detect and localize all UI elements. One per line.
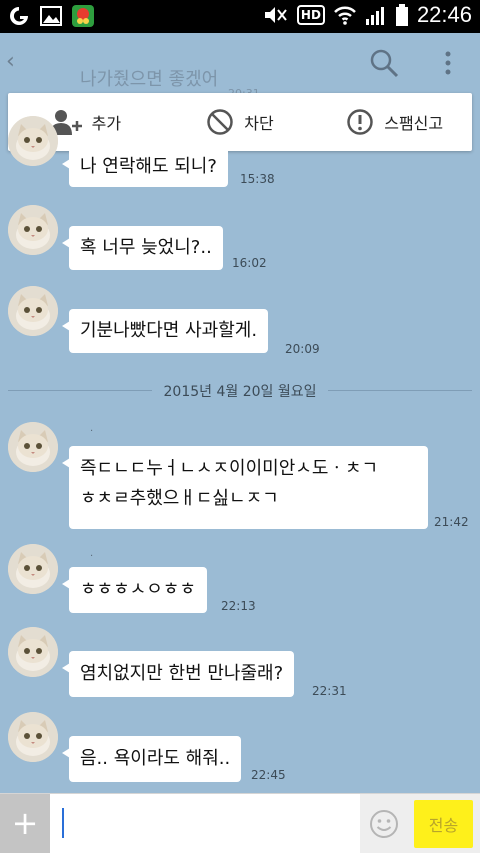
sender-name: · [90,426,94,437]
message-time: 22:31 [312,684,347,698]
message-text: ㅎㅊㄹ추했으ㅐㄷ싪ㄴㅈㄱ [80,488,279,509]
message-time: 22:45 [251,768,286,782]
emoticon-icon[interactable] [369,809,399,839]
block-label: 차단 [244,114,274,133]
status-bar: HD 22:46 [0,0,480,33]
stranger-action-bar: 추가 차단 스팸신고 [8,93,472,151]
more-vertical-icon[interactable] [438,47,458,79]
avatar[interactable] [8,627,58,677]
report-spam-label: 스팸신고 [384,114,444,133]
message-text: 염치없지만 한번 만나줄래? [80,663,284,684]
block-icon [207,109,234,135]
signal-icon [365,7,384,25]
avatar[interactable] [8,712,58,762]
search-icon[interactable] [368,47,400,79]
mute-icon [264,7,287,23]
message-time: 21:42 [434,515,469,529]
cat-avatar-icon [8,422,58,472]
message-bubble[interactable]: 음.. 욕이라도 해줘.. [61,736,242,782]
block-button[interactable]: 차단 [163,93,318,151]
back-button[interactable]: ‹ [6,49,15,74]
network-type-badge: HD [296,5,325,25]
report-spam-icon [347,109,373,135]
cat-avatar-icon [8,627,58,677]
wifi-icon [334,6,356,25]
message-bubble[interactable]: 혹 너무 늦었니?.. [62,226,223,270]
avatar[interactable] [8,422,58,472]
cat-avatar-icon [8,116,58,166]
cat-avatar-icon [8,205,58,255]
message-time: 22:13 [221,599,256,613]
message-text: 즉ㄷㄴㄷ누ㅓㄴㅅㅈ이이미안ㅅ도ㆍㅊㄱ [80,458,379,479]
app-notification-icon [72,5,94,27]
message-input[interactable] [50,794,360,853]
attach-plus-button[interactable]: + [0,794,50,853]
avatar[interactable] [8,205,58,255]
chat-title: 나가줬으면 좋겠어 [80,69,219,90]
status-clock: 22:46 [416,2,472,27]
message-text: 나 연락해도 되니? [80,156,217,177]
date-separator: 2015년 4월 20일 월요일 [163,384,317,400]
cat-avatar-icon [8,286,58,336]
message-bubble[interactable]: 기분나빴다면 사과할게. [61,309,269,353]
cat-avatar-icon [8,544,58,594]
message-text: 음.. 욕이라도 해줘.. [80,748,231,769]
message-bubble[interactable]: ㅎㅎㅎㅅㅇㅎㅎ [62,567,207,613]
avatar[interactable] [8,116,58,166]
message-bubble[interactable]: 나 연락해도 되니? [62,147,228,187]
message-bubble[interactable]: 염치없지만 한번 만나줄래? [61,651,295,697]
message-input-bar: + 전송 [0,793,480,853]
battery-icon [395,4,408,26]
avatar[interactable] [8,544,58,594]
status-left [8,5,94,27]
message-bubble[interactable]: 즉ㄷㄴㄷ누ㅓㄴㅅㅈ이이미안ㅅ도ㆍㅊㄱ ㅎㅊㄹ추했으ㅐㄷ싪ㄴㅈㄱ [62,446,428,529]
message-text: ㅎㅎㅎㅅㅇㅎㅎ [80,579,196,600]
chat-room[interactable]: ‹ 나가줬으면 좋겠어 20:31 추가 차단 [0,33,480,793]
message-text: 혹 너무 늦었니?.. [80,237,212,258]
image-notification-icon [40,6,62,26]
send-button[interactable]: 전송 [414,800,473,848]
text-cursor [62,808,64,838]
message-text: 기분나빴다면 사과할게. [80,320,258,341]
chat-header: ‹ 나가줬으면 좋겠어 20:31 [0,33,480,100]
sender-name: · [90,551,94,562]
carrier-icon [10,7,28,25]
message-time: 16:02 [232,256,267,270]
status-right: HD 22:46 [263,2,472,28]
message-time: 15:38 [240,172,275,186]
message-time: 20:09 [285,342,320,356]
cat-avatar-icon [8,712,58,762]
avatar[interactable] [8,286,58,336]
add-friend-label: 추가 [91,114,122,133]
report-spam-button[interactable]: 스팸신고 [317,93,472,151]
